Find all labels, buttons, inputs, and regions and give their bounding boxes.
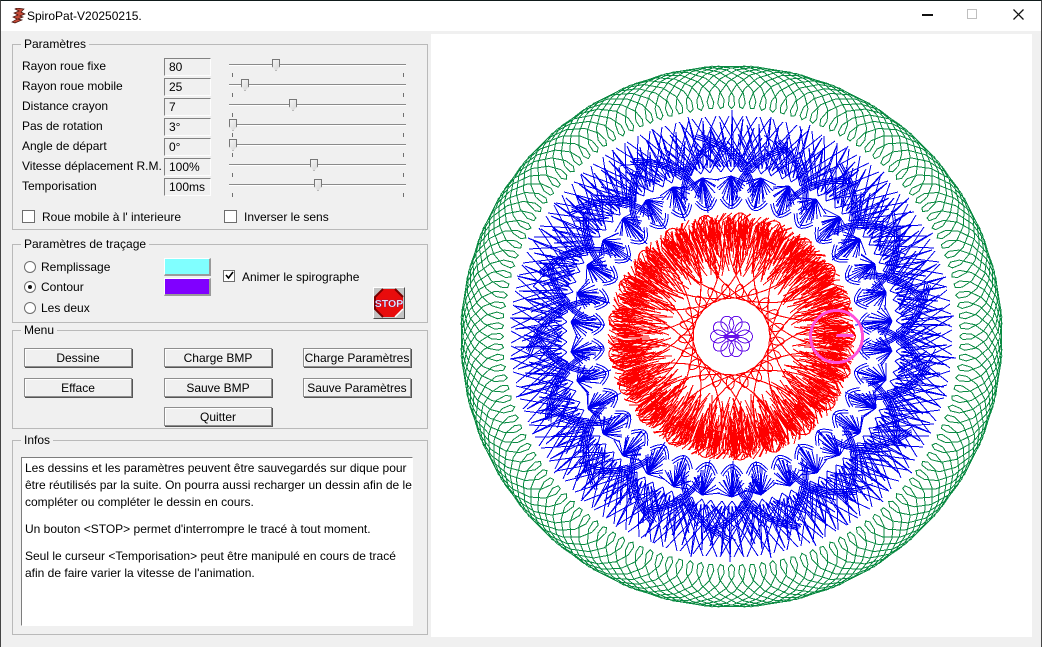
- svg-text:STOP: STOP: [375, 298, 403, 310]
